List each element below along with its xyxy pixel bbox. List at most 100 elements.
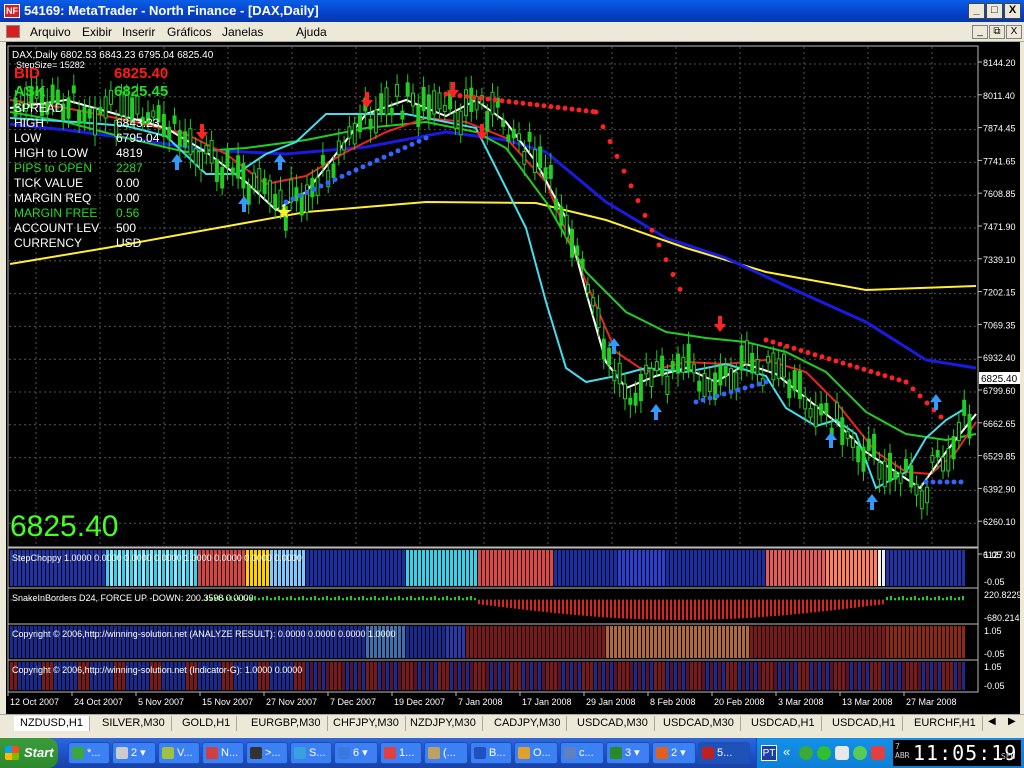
chart-area[interactable]: 8144.20 8011.40 7874.45 7741.65 7608.85 7471.… — [6, 42, 1020, 714]
language-indicator[interactable]: PT — [761, 745, 777, 761]
sar-dot — [889, 375, 895, 381]
document-icon[interactable] — [6, 25, 20, 38]
close-button[interactable]: X — [1004, 3, 1021, 19]
result-bar — [878, 626, 881, 658]
taskbar-button[interactable]: (... — [424, 742, 468, 764]
histogram-bar — [770, 550, 773, 586]
candle-body — [956, 421, 961, 441]
taskbar-button[interactable]: S... — [290, 742, 332, 764]
tray-network-icon[interactable] — [835, 746, 849, 760]
indicator-g-bar — [710, 662, 713, 690]
menu-ajuda[interactable]: Ajuda — [296, 25, 327, 39]
price-tick-label: 6662.65 — [983, 419, 1016, 429]
taskbar-button-label: 2 ▾ — [131, 747, 146, 759]
chart-tab[interactable]: NZDJPY,M30 — [404, 716, 483, 731]
taskbar-button[interactable]: *... — [68, 742, 110, 764]
chart-tab[interactable]: USDCAD,H1 — [826, 716, 903, 731]
taskbar-app-icon — [702, 747, 714, 759]
candle-body — [225, 148, 230, 168]
histogram-bar — [410, 550, 413, 586]
indicator-g-bar — [766, 662, 769, 690]
force-bar — [870, 600, 872, 606]
indicator-g-bar — [870, 662, 873, 690]
menu-janelas[interactable]: Janelas — [222, 25, 263, 39]
candle-body — [729, 368, 733, 393]
chart-tab[interactable]: USDCAD,M30 — [571, 716, 655, 731]
histogram-bar — [422, 550, 425, 586]
chart-tab[interactable]: CHFJPY,M30 — [327, 716, 406, 731]
menu-graficos[interactable]: Gráficos — [167, 25, 212, 39]
taskbar-button[interactable]: O... — [514, 742, 558, 764]
result-bar — [414, 626, 417, 658]
candle-body — [888, 452, 892, 482]
tab-scroll-right-icon[interactable]: ▶ — [1008, 716, 1016, 727]
indicator-g-bar — [630, 662, 633, 690]
sar-dot — [670, 272, 676, 278]
candle-body — [554, 198, 559, 211]
sar-dot — [840, 360, 846, 366]
mdi-close-button[interactable]: X — [1006, 25, 1022, 39]
chart-tab[interactable]: NZDUSD,H1 — [14, 716, 90, 731]
force-bar — [502, 600, 504, 608]
force-bar — [270, 598, 272, 600]
result-bar — [678, 626, 681, 658]
taskbar-button[interactable]: B... — [470, 742, 512, 764]
chart-tab[interactable]: CADJPY,M30 — [488, 716, 568, 731]
taskbar-button[interactable]: 6 ▾ — [334, 742, 378, 764]
info-value: 2287 — [116, 161, 143, 175]
chart-tab[interactable]: GOLD,H1 — [176, 716, 238, 731]
candle-body — [368, 118, 373, 130]
taskbar-button[interactable]: >... — [246, 742, 288, 764]
mdi-minimize-button[interactable]: _ — [972, 25, 988, 39]
menu-exibir[interactable]: Exibir — [82, 25, 112, 39]
maximize-button[interactable]: □ — [986, 3, 1003, 19]
taskbar-button[interactable]: 1... — [380, 742, 422, 764]
candle-body — [522, 151, 527, 165]
minimize-button[interactable]: _ — [968, 3, 985, 19]
tray-messenger-icon[interactable] — [799, 746, 813, 760]
force-bar — [370, 597, 372, 600]
mdi-restore-button[interactable]: ⧉ — [989, 25, 1005, 39]
taskbar-button[interactable]: 2 ▾ — [112, 742, 156, 764]
force-bar — [442, 597, 444, 600]
taskbar-button[interactable]: 5... — [698, 742, 750, 764]
histogram-bar — [654, 550, 657, 586]
indicator-g-bar — [826, 662, 829, 690]
taskbar-button[interactable]: N... — [202, 742, 244, 764]
candle-body — [257, 168, 262, 192]
chart-tab[interactable]: USDCAD,H1 — [745, 716, 822, 731]
tray-app-icon[interactable] — [871, 746, 885, 760]
taskbar-button-label: >... — [265, 747, 281, 759]
tab-scroll-left-icon[interactable]: ◀ — [988, 716, 996, 727]
chart-tab[interactable]: SILVER,M30 — [96, 716, 172, 731]
candle-body — [209, 140, 214, 164]
chart-tab[interactable]: EURGBP,M30 — [245, 716, 328, 731]
clock-widget[interactable]: 7 ABR 11:05:19 SEG — [893, 740, 1021, 766]
sar-dot — [951, 479, 957, 485]
histogram-bar — [694, 550, 697, 586]
tray-shield-icon[interactable] — [817, 746, 831, 760]
force-bar — [930, 598, 932, 600]
chart-tab[interactable]: EURCHF,H1 — [908, 716, 983, 731]
info-value: 6795.04 — [116, 131, 160, 145]
force-bar — [730, 600, 732, 619]
candle-body — [405, 82, 410, 97]
force-bar — [382, 597, 384, 600]
taskbar-button[interactable]: V... — [158, 742, 200, 764]
taskbar-button[interactable]: 3 ▾ — [606, 742, 650, 764]
sar-dot — [677, 286, 683, 292]
chart-tab[interactable]: USDCAD,M30 — [657, 716, 741, 731]
force-bar — [346, 597, 348, 600]
menu-arquivo[interactable]: Arquivo — [30, 25, 71, 39]
histogram-bar — [778, 550, 781, 586]
tray-expand-icon[interactable]: « — [783, 744, 790, 759]
price-axis: 8144.20 8011.40 7874.45 7741.65 7608.85 7471.… — [978, 58, 1016, 560]
menu-inserir[interactable]: Inserir — [122, 25, 155, 39]
taskbar-button[interactable]: c... — [560, 742, 604, 764]
taskbar-button[interactable]: 2 ▾ — [652, 742, 696, 764]
start-button[interactable]: Start — [0, 738, 58, 768]
indicator-g-bar — [786, 662, 789, 690]
tray-security-icon[interactable] — [853, 746, 867, 760]
sar-dot — [506, 99, 512, 105]
force-bar — [538, 600, 540, 612]
